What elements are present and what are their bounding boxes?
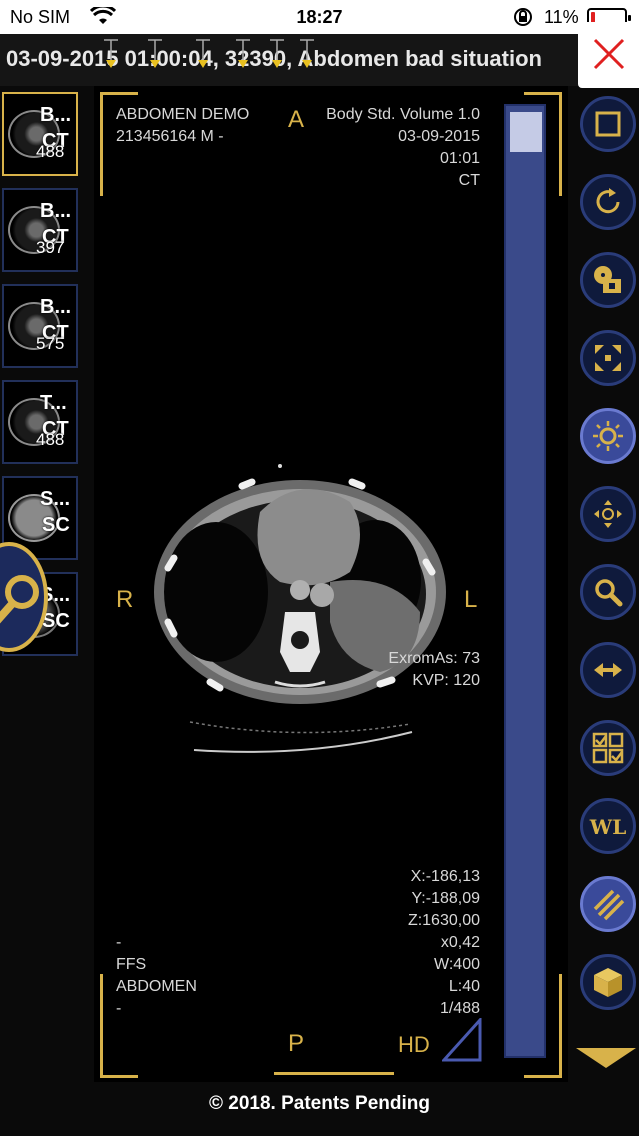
pan-button[interactable] <box>580 486 636 542</box>
fullscreen-button[interactable] <box>580 330 636 386</box>
scroll-down-icon[interactable] <box>574 1046 638 1070</box>
status-bar: No SIM 18:27 11% <box>0 0 639 34</box>
copyright-footer: © 2018. Patents Pending <box>209 1093 430 1114</box>
pan-icon <box>594 500 622 528</box>
marker-icon <box>236 39 250 68</box>
zoom-icon <box>595 579 623 607</box>
coord-y: Y:-188,09 <box>411 890 481 907</box>
checklist-icon <box>592 732 624 764</box>
image-viewport[interactable]: ABDOMEN DEMO 213456164 M - Body Std. Vol… <box>94 86 568 1082</box>
patient-id: 213456164 M - <box>116 128 224 145</box>
slice-scrollbar[interactable] <box>504 104 546 1058</box>
hd-label[interactable]: HD <box>398 1032 430 1058</box>
rotate-button[interactable] <box>580 174 636 230</box>
slice-scroll-thumb[interactable] <box>510 112 542 152</box>
exposure-mas: ExromAs: 73 <box>388 650 480 667</box>
square-icon <box>595 111 621 137</box>
orientation-bottom: P <box>288 1030 305 1057</box>
series-info: Body Std. Volume 1.0 03-09-2015 01:01 CT <box>294 104 480 192</box>
square-select-button[interactable] <box>580 96 636 152</box>
stripes-icon <box>593 889 625 921</box>
study-date: 03-09-2015 <box>398 128 480 145</box>
series-thumbnail[interactable]: B... CT 488 <box>2 92 78 176</box>
zoom-factor: x0,42 <box>440 934 480 951</box>
series-count: 575 <box>36 334 65 353</box>
modality: CT <box>458 172 480 189</box>
checklist-button[interactable] <box>580 720 636 776</box>
stripes-button[interactable] <box>580 876 636 932</box>
series-thumbnail[interactable]: B... CT 397 <box>2 188 78 272</box>
tool-sidebar: WL <box>572 86 639 1086</box>
study-time: 01:01 <box>439 150 480 167</box>
series-label: S... <box>40 488 71 510</box>
orientation-top: A <box>288 106 305 133</box>
ct-slice-image <box>154 464 446 753</box>
marker-icon <box>300 39 314 68</box>
series-label: B... <box>40 200 72 222</box>
brightness-icon <box>593 421 623 451</box>
study-name: ABDOMEN DEMO <box>116 106 250 123</box>
series-label: B... <box>40 104 72 126</box>
exposure-kvp: KVP: 120 <box>412 672 480 689</box>
frame-edge <box>274 1072 394 1075</box>
cd-export-icon <box>594 266 621 293</box>
series-count: 488 <box>36 142 65 161</box>
3d-box-button[interactable] <box>580 954 636 1010</box>
window-width: W:400 <box>434 956 480 973</box>
marker-icon <box>104 39 118 68</box>
exposure-info: ExromAs: 73 KVP: 120 <box>344 648 480 692</box>
fullscreen-icon <box>595 345 621 371</box>
patient-info: ABDOMEN DEMO 213456164 M - <box>116 104 249 148</box>
series-count: 488 <box>36 430 65 449</box>
info-line: - <box>116 1000 122 1017</box>
window-level-button[interactable]: WL <box>580 798 636 854</box>
orientation-left: R <box>116 586 134 613</box>
window-level-label: WL <box>589 815 627 839</box>
flip-arrows-icon <box>594 663 622 677</box>
zoom-button[interactable] <box>580 564 636 620</box>
study-title-bar: 03-09-2015 01:00:04, 32390, Abdomen bad … <box>0 34 639 86</box>
cursor-info: X:-186,13 Y:-188,09 Z:1630,00 x0,42 W:40… <box>344 866 480 1020</box>
marker-icon <box>270 39 284 68</box>
3d-box-icon <box>594 968 622 997</box>
info-line: - <box>116 934 122 951</box>
body-part: ABDOMEN <box>116 978 197 995</box>
battery-percent: 11% <box>544 7 579 27</box>
marker-icon <box>148 39 162 68</box>
cd-export-button[interactable] <box>580 252 636 308</box>
close-icon <box>593 38 625 70</box>
series-label: T... <box>40 392 67 414</box>
orientation-lock-icon <box>512 6 534 33</box>
series-thumbnail[interactable]: T... CT 488 <box>2 380 78 464</box>
slice-index: 1/488 <box>439 1000 480 1017</box>
brightness-button[interactable] <box>580 408 636 464</box>
close-button[interactable] <box>578 22 639 88</box>
flip-button[interactable] <box>580 642 636 698</box>
window-level: L:40 <box>448 978 480 995</box>
rotate-icon <box>596 188 620 214</box>
series-label: B... <box>40 296 72 318</box>
marker-icon <box>196 39 210 68</box>
orientation-right: L <box>464 586 478 613</box>
patient-position: FFS <box>116 956 147 973</box>
coord-z: Z:1630,00 <box>407 912 480 929</box>
series-modality: SC <box>42 514 70 536</box>
series-count: 397 <box>36 238 65 257</box>
acquisition-info: - FFS ABDOMEN - <box>116 932 197 1020</box>
hd-triangle-icon[interactable] <box>442 1018 482 1062</box>
series-description: Body Std. Volume 1.0 <box>326 106 480 123</box>
coord-x: X:-186,13 <box>410 868 480 885</box>
series-thumbnail[interactable]: B... CT 575 <box>2 284 78 368</box>
